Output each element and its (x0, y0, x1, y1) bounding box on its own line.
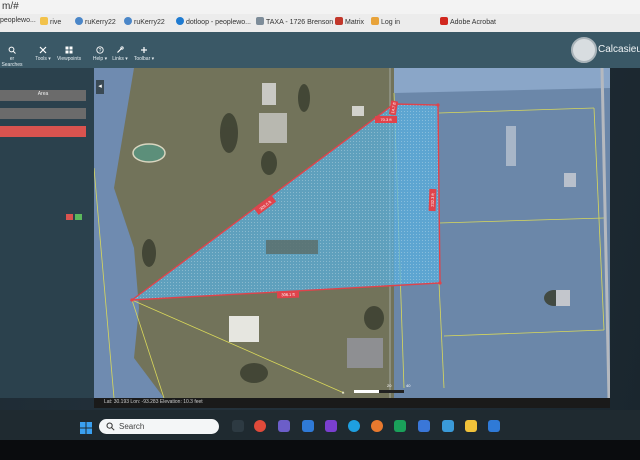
search-icon (106, 422, 115, 431)
site-icon (75, 17, 83, 25)
viewpoints-menu[interactable]: Viewpoints (57, 46, 81, 62)
firefox-icon[interactable] (371, 420, 383, 432)
bookmark-1[interactable]: peoplewo... (0, 17, 36, 24)
edge-icon[interactable] (348, 420, 360, 432)
login-icon (371, 17, 379, 25)
viva-icon[interactable] (325, 420, 337, 432)
panel-field[interactable] (0, 108, 86, 119)
teams-icon[interactable] (278, 420, 290, 432)
outlook-icon[interactable] (418, 420, 430, 432)
measurement-east: 232.3 ft (428, 188, 437, 212)
bookmark-4[interactable]: ruKerry22 (124, 17, 165, 26)
link-icon (117, 46, 124, 53)
svg-text:70.3 ft: 70.3 ft (380, 117, 392, 122)
collapse-panel-button[interactable]: ◂ (96, 80, 104, 94)
word-icon[interactable] (302, 420, 314, 432)
toolbar-menu[interactable]: Toolbar ▾ (132, 46, 156, 62)
file-explorer-icon[interactable] (465, 420, 477, 432)
map-status-bar: Lat: 30.193 Lon: -93.283 Elevation: 10.3… (94, 398, 610, 408)
links-menu[interactable]: Links ▾ (108, 46, 132, 62)
monitor-bezel (0, 440, 640, 460)
svg-text:232.3 ft: 232.3 ft (430, 192, 435, 206)
browser-url-bar[interactable]: m/# (0, 0, 640, 14)
panel-action-button[interactable] (0, 126, 86, 137)
adobe-acrobat-icon (440, 17, 448, 25)
matrix-icon (335, 17, 343, 25)
bookmark-7[interactable]: Matrix (335, 17, 364, 26)
excel-icon[interactable] (394, 420, 406, 432)
task-view-icon[interactable] (232, 420, 244, 432)
bookmark-6[interactable]: TAXA - 1726 Brenson (256, 17, 333, 26)
taskbar-search[interactable]: Search (99, 419, 219, 434)
add-button[interactable] (75, 214, 82, 220)
brand-title: Calcasieu Pa (598, 44, 640, 55)
measurement-south: 306.1 ft (276, 290, 300, 299)
tools-menu[interactable]: Tools ▾ (31, 46, 55, 62)
measurement-north: 70.3 ft (375, 116, 397, 123)
bookmark-3[interactable]: ruKerry22 (75, 17, 116, 26)
map-view[interactable]: 329.5 ft 70.3 ft 14.7 ft 232.3 ft 306.1 … (94, 68, 610, 398)
bookmark-8[interactable]: Log in (371, 17, 400, 26)
site-icon (124, 17, 132, 25)
dotloop-icon (176, 17, 184, 25)
tools-icon (39, 46, 47, 54)
help-icon: ? (96, 46, 104, 54)
remove-button[interactable] (66, 214, 73, 220)
windows-taskbar: Search (0, 410, 640, 440)
photos-icon[interactable] (442, 420, 454, 432)
bookmark-2[interactable]: rive (40, 17, 61, 26)
chrome-icon[interactable] (254, 420, 266, 432)
svg-text:?: ? (99, 48, 102, 54)
folder-icon (40, 17, 48, 25)
svg-text:40: 40 (406, 383, 411, 388)
app-header: er Searches ▾ Tools ▾ Viewpoints ? Help … (0, 32, 640, 74)
svg-text:306.1 ft: 306.1 ft (281, 292, 295, 297)
side-panel: Area (0, 68, 94, 398)
bookmarks-bar: peoplewo... rive ruKerry22 ruKerry22 dot… (0, 14, 640, 33)
bookmark-9[interactable]: Adobe Acrobat (440, 17, 496, 26)
parish-seal-logo (571, 37, 597, 63)
search-icon (8, 46, 16, 54)
aerial-map: 329.5 ft 70.3 ft 14.7 ft 232.3 ft 306.1 … (94, 68, 610, 398)
screen: m/# peoplewo... rive ruKerry22 ruKerry22… (0, 0, 640, 460)
area-tab[interactable]: Area (0, 90, 86, 101)
url-text: m/# (2, 1, 19, 12)
toolbar-icon (141, 47, 147, 53)
windows-start-icon[interactable] (80, 421, 92, 434)
store-icon[interactable] (488, 420, 500, 432)
bookmark-5[interactable]: dotloop - peoplewo... (176, 17, 251, 26)
svg-text:20: 20 (387, 383, 392, 388)
page-icon (256, 17, 264, 25)
grid-icon (65, 46, 73, 54)
